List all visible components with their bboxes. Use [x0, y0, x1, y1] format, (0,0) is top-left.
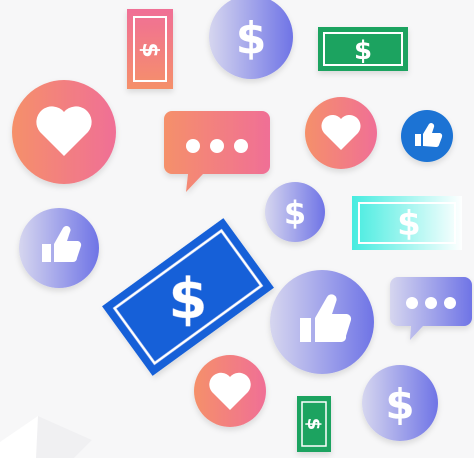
dollar-bill-icon: $: [297, 396, 331, 452]
dollar-coin-icon: $: [209, 0, 293, 79]
svg-text:$: $: [284, 194, 306, 232]
svg-text:$: $: [137, 42, 162, 57]
chat-bubble-icon: [390, 277, 472, 340]
heart-icon: [305, 97, 377, 169]
dollar-coin-icon: $: [362, 365, 438, 441]
heart-icon: [194, 355, 266, 427]
thumbs-up-icon: [401, 110, 453, 162]
chat-bubble-icon: [164, 111, 270, 192]
dollar-bill-icon: $: [352, 196, 462, 250]
dollar-coin-icon: $: [265, 182, 325, 242]
dollar-bill-icon: $: [318, 27, 408, 71]
svg-text:$: $: [303, 418, 324, 431]
svg-text:$: $: [236, 13, 267, 64]
svg-text:$: $: [385, 380, 414, 429]
dollar-bill-icon: $: [102, 218, 274, 376]
thumbs-up-icon: [19, 208, 99, 288]
heart-icon: [12, 80, 116, 184]
svg-text:$: $: [354, 36, 372, 66]
dollar-bill-icon: $: [127, 9, 173, 89]
svg-text:$: $: [397, 204, 421, 244]
social-money-icons-scene: $ $ $ $ $ $ $ $: [0, 0, 472, 458]
thumbs-up-icon: [270, 270, 374, 374]
svg-text:$: $: [169, 267, 208, 332]
paper-corner-decoration: [0, 416, 92, 458]
